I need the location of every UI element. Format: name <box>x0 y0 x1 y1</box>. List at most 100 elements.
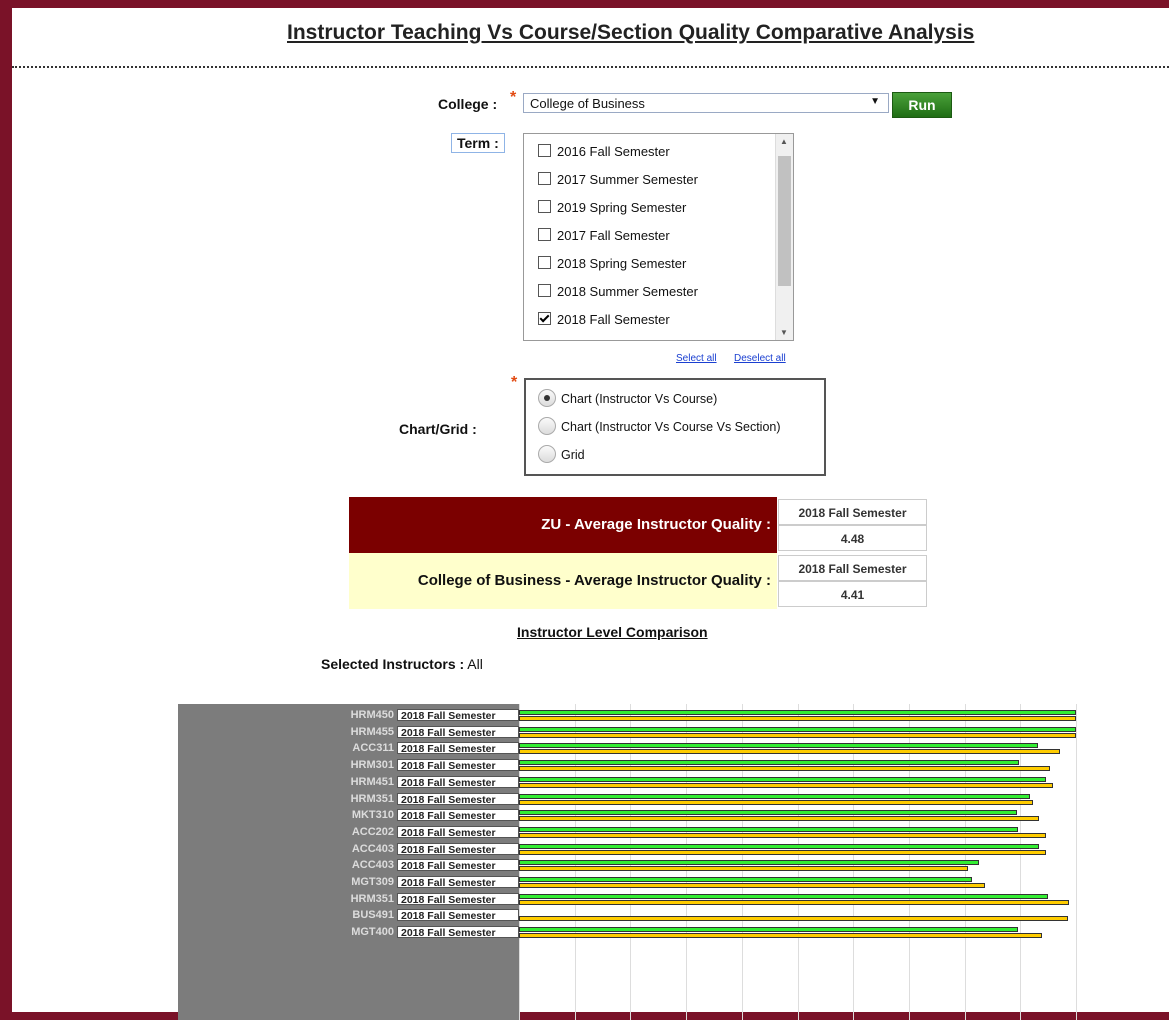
term-option[interactable]: 2018 Spring Semester <box>538 256 686 276</box>
instructor-bar[interactable] <box>519 860 980 866</box>
dotted-divider <box>12 66 1169 68</box>
term-option[interactable]: 2017 Summer Semester <box>538 172 698 192</box>
term-option-label: 2018 Summer Semester <box>557 284 698 299</box>
instructor-bar[interactable] <box>519 810 1017 816</box>
term-option[interactable]: 2018 Fall Semester <box>538 312 670 332</box>
term-checkbox[interactable] <box>538 144 551 157</box>
term-checkbox[interactable] <box>538 284 551 297</box>
term-checkbox[interactable] <box>538 172 551 185</box>
instructor-label-panel: HRM450 2018 Fall Semester HRM455 2018 Fall … <box>178 704 519 1020</box>
required-star-icon: * <box>511 374 518 391</box>
term-cell: 2018 Fall Semester <box>397 909 519 922</box>
scroll-down-icon[interactable]: ▼ <box>780 328 788 337</box>
college-label: College : <box>438 96 498 112</box>
instructor-bar[interactable] <box>519 793 1031 799</box>
term-checkbox[interactable] <box>538 200 551 213</box>
term-cell: 2018 Fall Semester <box>397 926 519 939</box>
term-checkbox[interactable] <box>538 228 551 241</box>
course-bar[interactable] <box>519 766 1051 772</box>
term-cell: 2018 Fall Semester <box>397 792 519 806</box>
instructor-bar[interactable] <box>519 776 1046 782</box>
term-cell: 2018 Fall Semester <box>397 859 519 872</box>
course-bar[interactable] <box>519 799 1033 805</box>
term-cell: 2018 Fall Semester <box>397 759 519 772</box>
instructor-bar[interactable] <box>519 760 1020 766</box>
course-bar[interactable] <box>519 933 1043 939</box>
term-checkbox[interactable] <box>538 312 551 325</box>
course-bar[interactable] <box>519 832 1046 838</box>
course-label: HRM455 <box>350 725 394 738</box>
term-cell: 2018 Fall Semester <box>397 709 519 722</box>
bar-plot <box>519 704 1086 1020</box>
page-frame: Instructor Teaching Vs Course/Section Qu… <box>12 8 1169 1020</box>
term-option[interactable]: 2019 Spring Semester <box>538 200 686 220</box>
chart-grid-options: Chart (Instructor Vs Course) Chart (Instr… <box>524 378 826 476</box>
course-bar[interactable] <box>519 716 1076 721</box>
instructor-bar[interactable] <box>519 877 972 882</box>
scroll-thumb[interactable] <box>778 156 791 286</box>
course-bar[interactable] <box>519 883 985 888</box>
instructor-bar[interactable] <box>519 726 1076 732</box>
radio-icon[interactable] <box>538 445 556 463</box>
term-listbox[interactable]: 2016 Fall Semester 2017 Summer Semester 20… <box>523 133 794 341</box>
instructor-bar[interactable] <box>519 710 1076 715</box>
run-button[interactable]: Run <box>892 92 952 118</box>
course-bar[interactable] <box>519 916 1069 922</box>
chart-option[interactable]: Chart (Instructor Vs Course) <box>538 389 717 407</box>
course-bar[interactable] <box>519 749 1060 755</box>
radio-icon[interactable] <box>538 389 556 407</box>
average-label: College of Business - Average Instructor… <box>349 553 777 609</box>
course-label: ACC202 <box>351 825 394 838</box>
chart-option[interactable]: Chart (Instructor Vs Course Vs Section) <box>538 417 781 435</box>
college-select-value: College of Business <box>530 96 645 111</box>
term-cell: 2018 Fall Semester <box>397 892 519 906</box>
course-label: MKT310 <box>351 809 394 822</box>
term-option[interactable]: 2016 Fall Semester <box>538 144 670 164</box>
term-scrollbar[interactable]: ▲ ▼ <box>775 134 793 340</box>
instructor-bar[interactable] <box>519 893 1049 899</box>
average-label: ZU - Average Instructor Quality : <box>349 497 777 553</box>
chart-option-label: Chart (Instructor Vs Course Vs Section) <box>561 420 781 434</box>
course-bar[interactable] <box>519 816 1039 822</box>
college-select[interactable]: College of Business ▼ <box>523 93 889 113</box>
course-bar[interactable] <box>519 782 1054 788</box>
term-cell: 2018 Fall Semester <box>397 825 519 839</box>
deselect-all-link[interactable]: Deselect all <box>734 353 786 364</box>
radio-icon[interactable] <box>538 417 556 435</box>
selected-instructors: Selected Instructors : All <box>321 656 483 672</box>
term-option[interactable]: 2017 Fall Semester <box>538 228 670 248</box>
term-option-label: 2017 Spring Semester <box>557 340 686 341</box>
term-checkbox[interactable] <box>538 256 551 269</box>
term-cell: 2018 Fall Semester <box>397 742 519 755</box>
course-label: MGT309 <box>351 876 394 888</box>
course-bar[interactable] <box>519 899 1069 905</box>
term-option[interactable]: 2018 Summer Semester <box>538 284 698 304</box>
instructor-bar[interactable] <box>519 826 1019 832</box>
course-label: ACC311 <box>352 742 394 755</box>
course-label: MGT400 <box>351 926 394 939</box>
term-cell: 2018 Fall Semester <box>397 809 519 822</box>
course-label: HRM301 <box>350 759 394 772</box>
term-cell: 2018 Fall Semester <box>397 842 519 856</box>
chartgrid-label: Chart/Grid : <box>399 421 477 437</box>
course-bar[interactable] <box>519 866 969 872</box>
course-label: ACC403 <box>351 842 394 855</box>
instructor-bar[interactable] <box>519 927 1019 933</box>
instructor-bar[interactable] <box>519 743 1038 749</box>
gridline <box>1076 704 1077 1020</box>
average-quality-table: ZU - Average Instructor Quality :2018 Fa… <box>349 497 929 609</box>
average-term: 2018 Fall Semester <box>778 499 927 525</box>
scroll-up-icon[interactable]: ▲ <box>780 137 788 146</box>
course-bar[interactable] <box>519 732 1076 738</box>
term-checkbox[interactable] <box>538 340 551 341</box>
term-option[interactable]: 2017 Spring Semester <box>538 340 686 341</box>
course-label: ACC403 <box>351 859 394 872</box>
term-cell: 2018 Fall Semester <box>397 775 519 789</box>
selected-instructors-label: Selected Instructors : <box>321 656 465 672</box>
course-bar[interactable] <box>519 849 1046 855</box>
instructor-level-heading: Instructor Level Comparison <box>517 624 708 640</box>
select-all-link[interactable]: Select all <box>676 353 717 364</box>
average-row: ZU - Average Instructor Quality :2018 Fa… <box>349 497 929 553</box>
instructor-bar[interactable] <box>519 843 1039 849</box>
chart-option[interactable]: Grid <box>538 445 585 463</box>
